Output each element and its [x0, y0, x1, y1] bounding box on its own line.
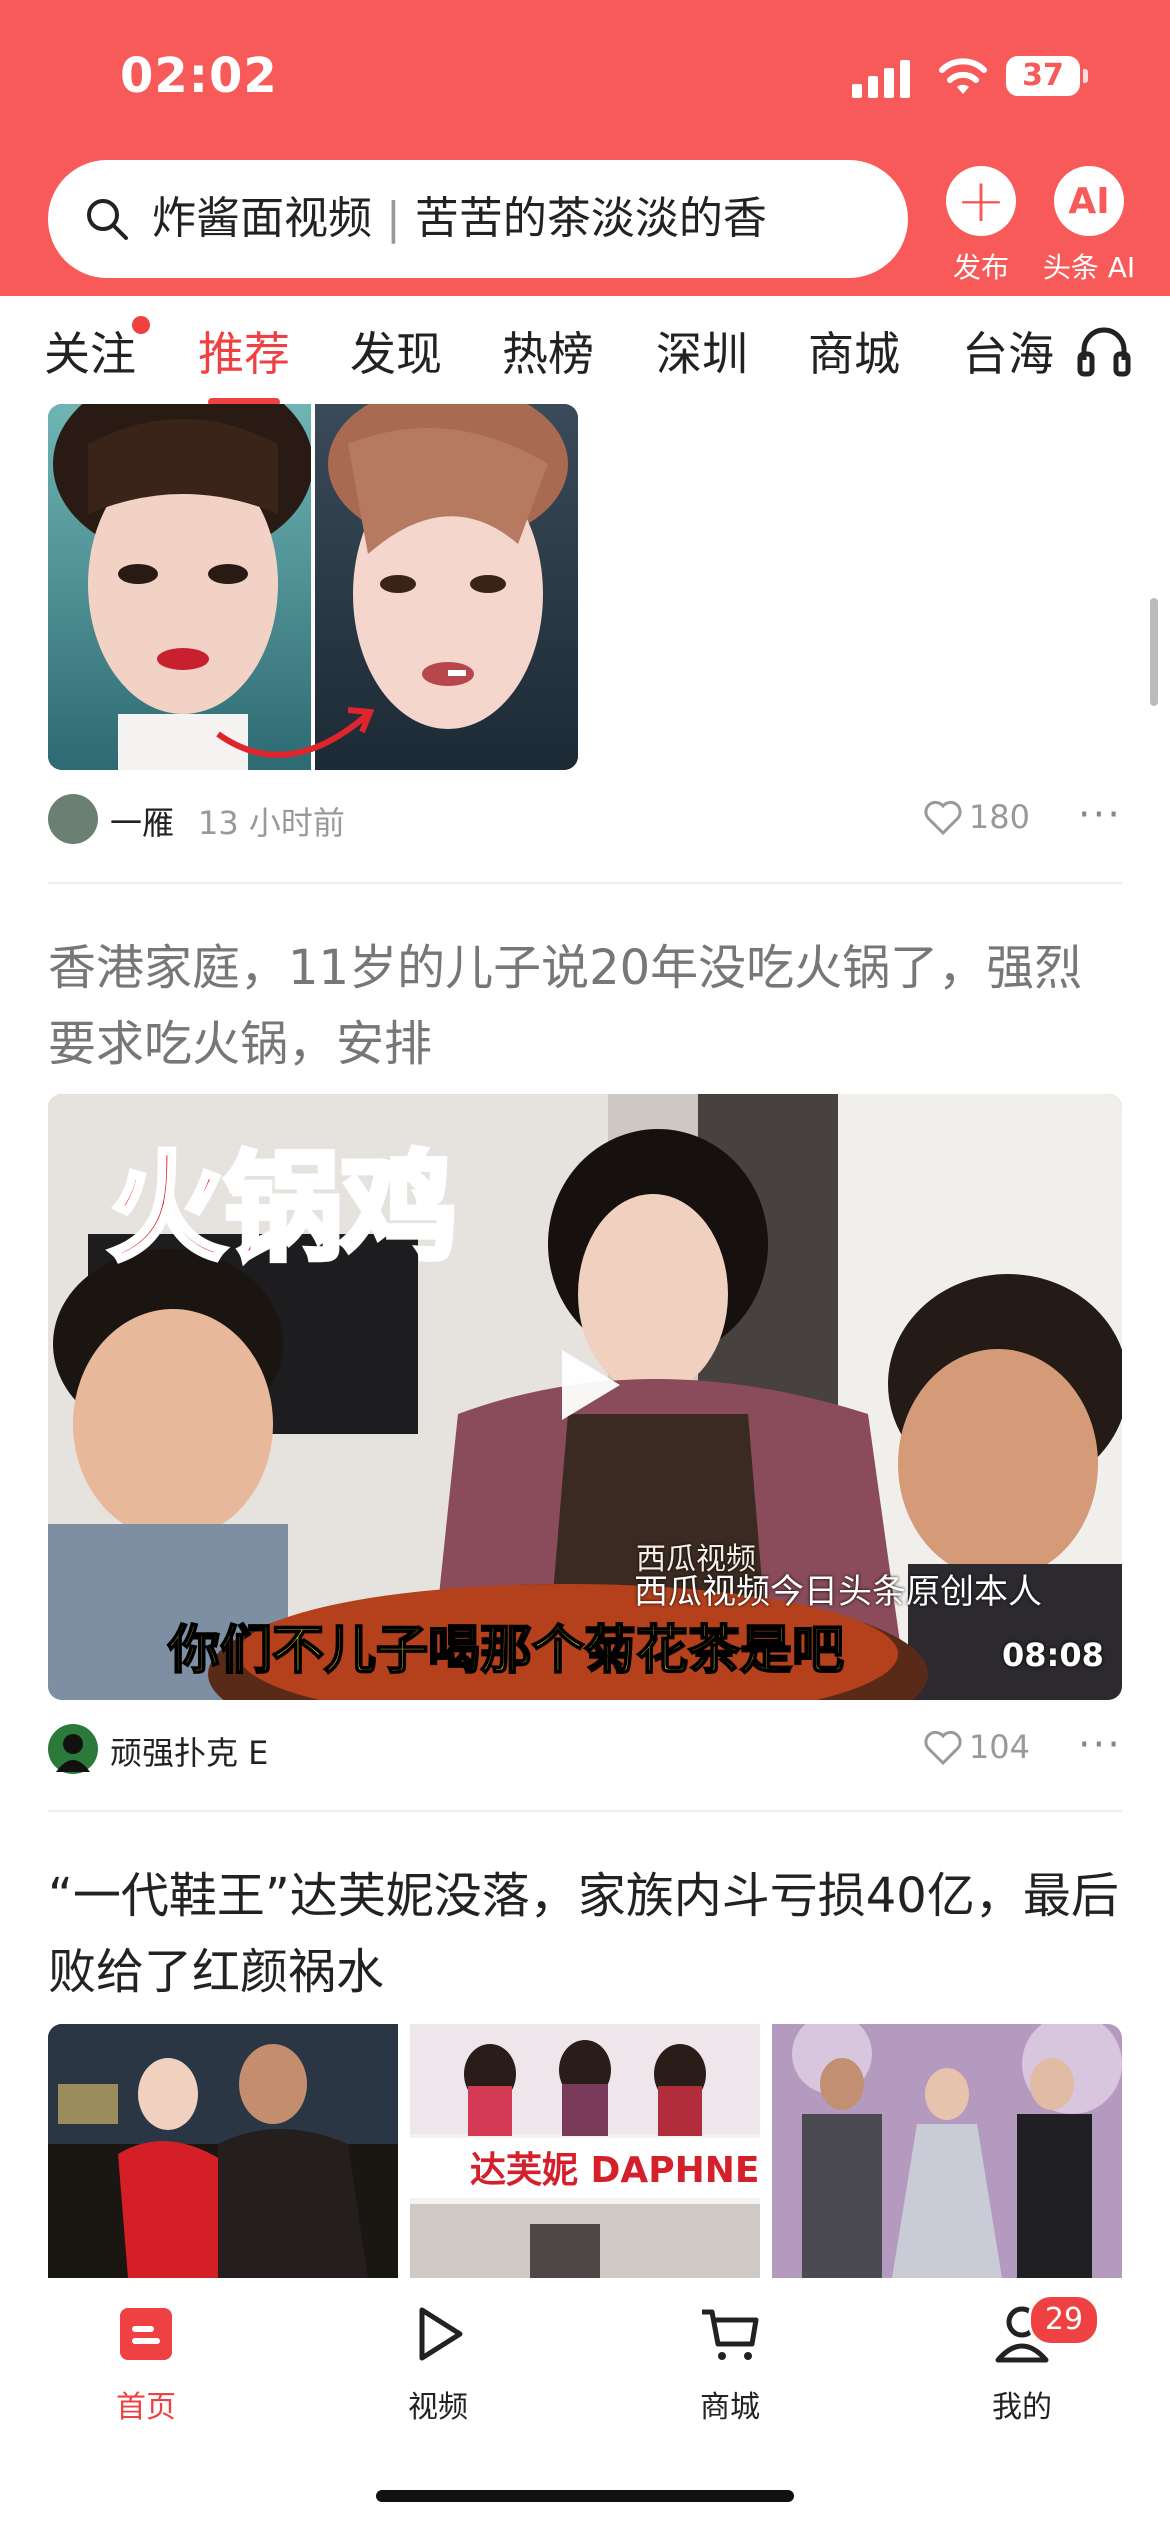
nav-home[interactable]: 首页: [76, 2302, 216, 2426]
nav-home-label: 首页: [116, 2390, 176, 2425]
cart-icon: [702, 2309, 759, 2360]
couple-dancing-image: [48, 2024, 398, 2278]
home-indicator: [376, 2490, 794, 2502]
like-button[interactable]: 104: [923, 1728, 1030, 1766]
divider: [48, 882, 1122, 884]
video-duration: 08:08: [1002, 1636, 1104, 1674]
like-count: 104: [968, 1728, 1030, 1766]
post-meta-row: 一雁 13 小时前 180 ···: [48, 792, 1122, 846]
more-icon[interactable]: ···: [1078, 792, 1122, 838]
tab-discover[interactable]: 发现: [350, 318, 442, 384]
heart-icon: [924, 1730, 962, 1766]
top-header: 02:02 37 炸酱面视频 | 苦苦的茶淡淡的香 + 发布 AI 头条 AI: [0, 0, 1170, 296]
store-sign: 达芙妮 DAPHNE: [470, 2150, 760, 2191]
battery-icon: 37: [1006, 56, 1088, 96]
like-button[interactable]: 180: [923, 798, 1030, 836]
ai-label: 头条 AI: [1042, 251, 1136, 284]
search-bar[interactable]: 炸酱面视频 | 苦苦的茶淡淡的香: [48, 160, 908, 278]
post-image-comparison[interactable]: [48, 404, 578, 770]
post-time: 13 小时前: [198, 804, 345, 842]
notification-badge: 29: [1028, 2294, 1100, 2346]
tab-mall[interactable]: 商城: [808, 318, 900, 384]
video-overlay-title: 火锅鸡: [105, 1137, 460, 1280]
article-image-3[interactable]: [772, 2024, 1122, 2278]
new-dot: [132, 316, 150, 334]
toutiao-ai-button[interactable]: AI 头条 AI: [1034, 166, 1144, 286]
nav-mall[interactable]: 商城: [660, 2302, 800, 2426]
article-image-1[interactable]: [48, 2024, 398, 2278]
search-suggestion-left: 炸酱面视频: [152, 193, 372, 244]
channel-tabs: 关注 推荐 发现 热榜 深圳 商城 台海: [0, 300, 1170, 406]
headset-icon[interactable]: [1076, 322, 1132, 378]
search-separator: |: [386, 193, 401, 244]
article-image-2[interactable]: 达芙妮 DAPHNE: [410, 2024, 760, 2278]
tab-hot-list[interactable]: 热榜: [502, 318, 594, 384]
publish-label: 发布: [952, 251, 1009, 284]
video-watermark-caption: 西瓜视频今日头条原创本人: [634, 1572, 1042, 1612]
stage-event-image: [772, 2024, 1122, 2278]
avatar[interactable]: [48, 794, 98, 844]
author-name[interactable]: 顽强扑克 E: [110, 1728, 268, 1774]
nav-video[interactable]: 视频: [368, 2302, 508, 2426]
play-icon: [419, 2307, 463, 2361]
author-name[interactable]: 一雁: [110, 798, 174, 844]
cellular-signal-icon: [852, 58, 912, 98]
face-comparison-image: [48, 404, 578, 770]
tab-recommend[interactable]: 推荐: [198, 318, 290, 406]
avatar[interactable]: [48, 1724, 98, 1774]
divider: [48, 1810, 1122, 1812]
article-title[interactable]: 香港家庭，11岁的儿子说20年没吃火锅了，强烈要求吃火锅，安排: [48, 930, 1122, 1082]
more-icon[interactable]: ···: [1078, 1722, 1122, 1768]
publish-button[interactable]: + 发布: [926, 166, 1036, 286]
ai-icon: AI: [1054, 166, 1124, 236]
post-meta-row: 顽强扑克 E 104 ···: [48, 1722, 1122, 1776]
search-icon: [87, 199, 128, 240]
nav-video-label: 视频: [408, 2390, 468, 2425]
search-suggestion: 炸酱面视频 | 苦苦的茶淡淡的香: [152, 160, 767, 278]
home-icon: [120, 2308, 172, 2360]
tab-taiwan-strait[interactable]: 台海: [962, 318, 1054, 384]
tab-follow[interactable]: 关注: [44, 316, 150, 384]
heart-icon: [924, 800, 962, 836]
status-time: 02:02: [120, 48, 278, 104]
avatar-figure-icon: [56, 1734, 90, 1772]
like-count: 180: [968, 798, 1030, 836]
article-title[interactable]: “一代鞋王”达芙妮没落，家族内斗亏损40亿，最后败给了红颜祸水: [48, 1858, 1122, 2010]
nav-mine-label: 我的: [992, 2390, 1052, 2425]
nav-mall-label: 商城: [700, 2390, 760, 2425]
scrollbar[interactable]: [1150, 598, 1158, 706]
wifi-icon: [939, 58, 987, 94]
tab-shenzhen[interactable]: 深圳: [656, 318, 748, 384]
nav-mine[interactable]: 29 我的: [952, 2294, 1100, 2426]
search-suggestion-right: 苦苦的茶淡淡的香: [414, 193, 767, 244]
plus-icon: +: [946, 166, 1016, 236]
video-subtitle: 你们不儿子喝那个菊花茶是吧: [167, 1620, 845, 1682]
play-icon[interactable]: [540, 1340, 630, 1430]
store-front-image: 达芙妮 DAPHNE: [410, 2024, 760, 2278]
